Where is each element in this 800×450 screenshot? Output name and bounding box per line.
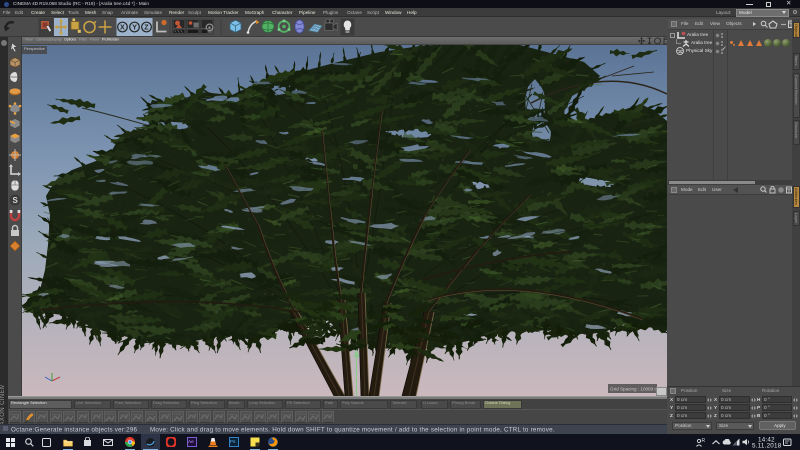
svg-text:Z: Z	[144, 25, 149, 32]
svg-text:Y: Y	[132, 25, 137, 32]
svg-text:Grid Spacing : 10000 cm: Grid Spacing : 10000 cm	[610, 387, 661, 392]
svg-text:R: R	[702, 438, 706, 444]
svg-text:S: S	[13, 196, 19, 205]
svg-text:X: X	[120, 25, 125, 32]
